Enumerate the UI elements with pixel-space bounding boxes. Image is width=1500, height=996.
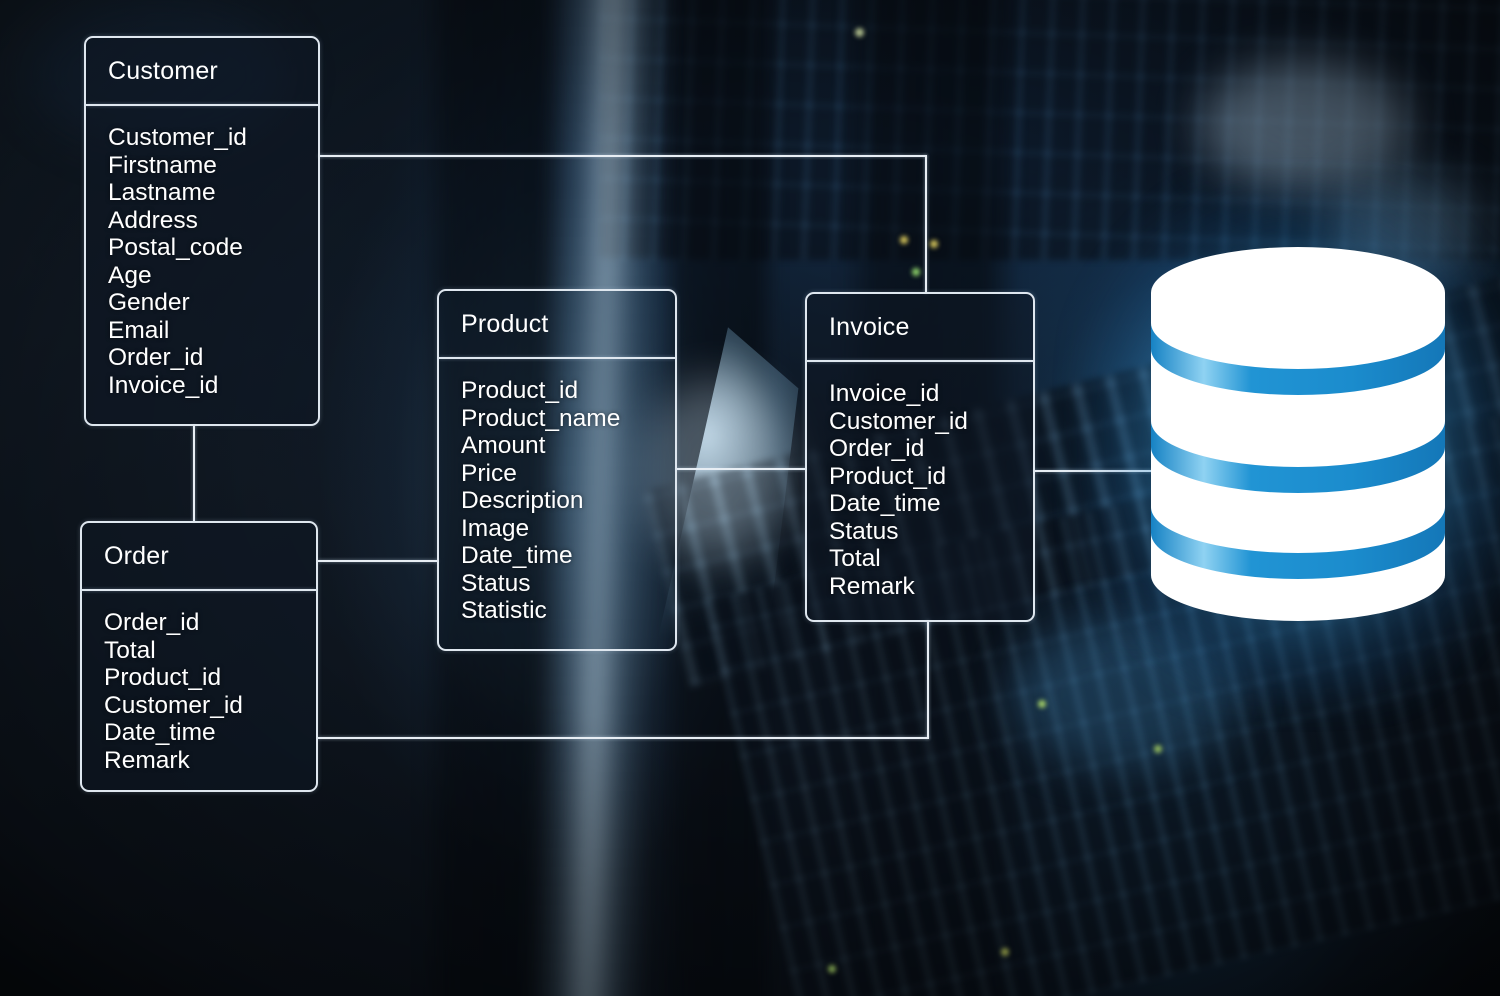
field-row: Total [829, 545, 881, 572]
database-cylinder-icon [1151, 247, 1445, 621]
field-row: Total [104, 636, 156, 664]
field-row: Image [461, 514, 530, 542]
field-row: Price [461, 459, 517, 487]
connector-order-invoice-vertical [927, 620, 929, 739]
entity-customer-field-list: Customer_id Firstname Lastname Address P… [86, 106, 318, 415]
field-row: Amount [461, 432, 546, 459]
field-row: Status [829, 517, 899, 545]
field-row: Remark [829, 572, 915, 600]
field-row: Address [108, 206, 198, 234]
field-row: Customer_id [104, 691, 243, 719]
field-row: Customer_id [829, 407, 968, 435]
entity-product-title: Product [461, 310, 549, 338]
field-row: Invoice_id [829, 380, 940, 407]
field-row: Statistic [461, 597, 547, 624]
entity-invoice[interactable]: Invoice Invoice_id Customer_id Order_id … [805, 292, 1035, 622]
field-row: Order_id [108, 344, 204, 371]
database-cylinder[interactable] [1081, 187, 1500, 702]
field-row: Age [108, 261, 152, 289]
diagram-overlay: Customer Customer_id Firstname Lastname … [0, 0, 1500, 996]
connector-order-invoice-horizontal [318, 737, 929, 739]
field-row: Order_id [104, 609, 200, 636]
field-row: Product_id [104, 664, 222, 691]
field-row: Postal_code [108, 234, 243, 261]
field-row: Invoice_id [108, 371, 219, 399]
entity-order-title: Order [104, 542, 169, 570]
field-row: Status [461, 569, 531, 597]
entity-order-field-list: Order_id Total Product_id Customer_id Da… [82, 591, 316, 790]
er-diagram-canvas: Customer Customer_id Firstname Lastname … [0, 0, 1500, 996]
field-row: Product_name [461, 404, 621, 432]
field-row: Order_id [829, 435, 925, 462]
connector-customer-invoice-vertical [925, 155, 927, 294]
field-row: Customer_id [108, 124, 247, 151]
connector-product-invoice-horizontal [676, 468, 806, 470]
field-row: Gender [108, 289, 190, 316]
entity-invoice-title: Invoice [829, 313, 910, 341]
connector-customer-order-vertical [193, 424, 195, 522]
entity-product[interactable]: Product Product_id Product_name Amount P… [437, 289, 677, 651]
field-row: Description [461, 487, 584, 514]
field-row: Remark [104, 746, 190, 774]
entity-invoice-field-list: Invoice_id Customer_id Order_id Product_… [807, 362, 1033, 616]
field-row: Date_time [829, 490, 941, 517]
field-row: Date_time [461, 542, 573, 569]
entity-product-field-list: Product_id Product_name Amount Price Des… [439, 359, 675, 641]
entity-customer-title: Customer [108, 57, 218, 85]
field-row: Product_id [461, 377, 579, 404]
entity-customer[interactable]: Customer Customer_id Firstname Lastname … [84, 36, 320, 426]
field-row: Lastname [108, 179, 216, 206]
field-row: Product_id [829, 462, 947, 490]
connector-customer-invoice-horizontal [318, 155, 927, 157]
field-row: Date_time [104, 719, 216, 746]
entity-order[interactable]: Order Order_id Total Product_id Customer… [80, 521, 318, 792]
connector-order-product-horizontal [318, 560, 438, 562]
field-row: Email [108, 316, 170, 344]
field-row: Firstname [108, 151, 217, 179]
